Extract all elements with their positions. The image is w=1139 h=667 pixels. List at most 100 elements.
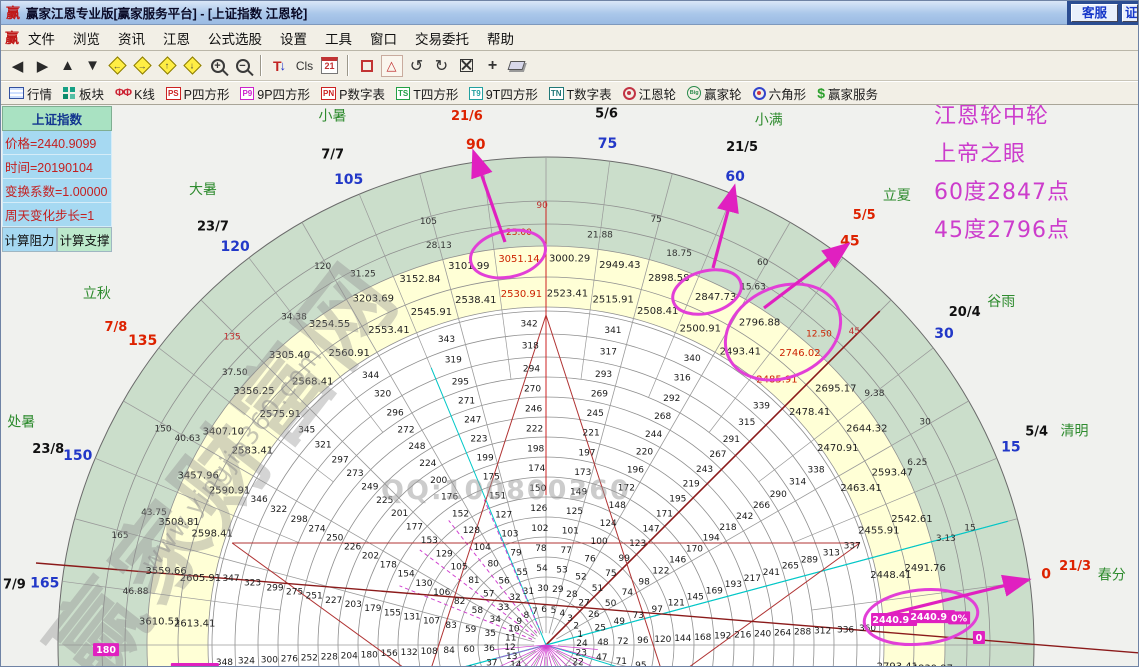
step-up-icon[interactable]: ↑: [155, 54, 180, 78]
svg-text:32: 32: [509, 593, 520, 603]
svg-text:18.75: 18.75: [666, 249, 692, 259]
menu-item[interactable]: 公式选股: [199, 25, 271, 51]
view-9t-square[interactable]: T9 9T四方形: [469, 84, 538, 103]
svg-text:105: 105: [420, 217, 437, 227]
view-hexagon[interactable]: 六角形: [752, 84, 806, 103]
svg-text:125: 125: [566, 507, 583, 517]
view-t-square[interactable]: TS T四方形: [396, 84, 458, 103]
svg-text:2523.41: 2523.41: [547, 289, 588, 300]
svg-text:2440.91: 2440.91: [910, 612, 953, 623]
view-quotes[interactable]: 行情: [9, 84, 52, 103]
svg-text:30: 30: [934, 326, 954, 342]
svg-text:101: 101: [562, 527, 579, 537]
svg-text:203: 203: [345, 600, 362, 610]
t-table-icon: TN: [548, 86, 564, 100]
svg-text:15: 15: [964, 523, 975, 533]
zoom-in-icon[interactable]: +: [205, 54, 230, 78]
svg-text:252: 252: [301, 653, 318, 663]
svg-text:150: 150: [154, 424, 171, 434]
rotate-ccw-icon[interactable]: ↺: [404, 54, 429, 78]
svg-text:276: 276: [281, 654, 298, 664]
svg-text:2644.32: 2644.32: [846, 424, 887, 435]
view-kline[interactable]: ΦΦ K线: [115, 84, 155, 103]
app-logo-icon: 赢: [6, 4, 20, 21]
view-sectors[interactable]: 板块: [63, 84, 104, 103]
svg-text:99: 99: [619, 554, 631, 564]
zoom-out-icon[interactable]: −: [230, 54, 255, 78]
view-t-table[interactable]: TN T数字表: [548, 84, 612, 103]
step-down-icon[interactable]: ↓: [180, 54, 205, 78]
svg-text:5/6: 5/6: [595, 106, 618, 121]
svg-text:100: 100: [591, 537, 608, 547]
svg-text:0: 0: [976, 633, 983, 644]
nav-up-icon[interactable]: ▲: [55, 54, 80, 78]
step-right-icon[interactable]: →: [130, 54, 155, 78]
eraser-icon[interactable]: [504, 54, 529, 78]
clipped-button[interactable]: 证: [1122, 3, 1138, 22]
menu-item[interactable]: 设置: [271, 25, 316, 51]
view-gann-wheel[interactable]: 江恩轮: [622, 84, 676, 103]
svg-text:28.13: 28.13: [426, 241, 452, 251]
calendar-icon[interactable]: 21: [317, 54, 342, 78]
view-winner-service[interactable]: $ 赢家服务: [817, 84, 878, 103]
center-cross-icon[interactable]: +: [479, 54, 504, 78]
gann-wheel-canvas[interactable]: 1234567891011121314152021222324252627282…: [1, 105, 1138, 666]
svg-text:7/9: 7/9: [3, 577, 26, 592]
nav-right-icon[interactable]: ▶: [30, 54, 55, 78]
menu-item[interactable]: 江恩: [154, 25, 199, 51]
calc-buttons: 计算阻力 计算支撑: [2, 227, 112, 252]
menu-item[interactable]: 文件: [19, 25, 64, 51]
menu-item[interactable]: 浏览: [64, 25, 109, 51]
view-winner-wheel[interactable]: Big 赢家轮: [687, 84, 742, 103]
svg-text:79: 79: [510, 549, 522, 559]
square-tool-icon[interactable]: [354, 54, 379, 78]
svg-text:131: 131: [403, 613, 420, 623]
svg-text:2508.41: 2508.41: [637, 306, 678, 317]
svg-text:27: 27: [578, 599, 589, 609]
p-table-label: P数字表: [339, 87, 386, 102]
svg-text:135: 135: [224, 333, 241, 343]
nav-down-icon[interactable]: ▼: [80, 54, 105, 78]
customer-service-button[interactable]: 客服: [1070, 3, 1118, 22]
svg-text:33: 33: [498, 603, 509, 613]
view-p-table[interactable]: PN P数字表: [321, 84, 385, 103]
triangle-tool-icon[interactable]: △: [379, 54, 404, 78]
calc-support-button[interactable]: 计算支撑: [57, 227, 112, 252]
svg-text:242: 242: [736, 512, 753, 522]
svg-text:314: 314: [789, 478, 806, 488]
t-down-icon[interactable]: T ↓: [267, 54, 292, 78]
svg-text:81: 81: [468, 576, 479, 586]
step-left-icon[interactable]: ←: [105, 54, 130, 78]
svg-text:165: 165: [30, 575, 59, 591]
svg-text:2949.43: 2949.43: [599, 260, 640, 271]
menu-item[interactable]: 窗口: [361, 25, 406, 51]
svg-text:155: 155: [384, 608, 401, 618]
svg-text:347: 347: [222, 574, 239, 584]
view-9p-square[interactable]: P9 9P四方形: [240, 84, 310, 103]
svg-text:343: 343: [438, 335, 455, 345]
svg-text:122: 122: [652, 566, 669, 576]
delete-box-icon[interactable]: [454, 54, 479, 78]
svg-text:30: 30: [919, 418, 931, 428]
svg-text:QQ:100800360: QQ:100800360: [381, 475, 631, 506]
svg-text:322: 322: [270, 505, 287, 515]
rotate-cw-icon[interactable]: ↻: [429, 54, 454, 78]
svg-text:274: 274: [308, 524, 325, 534]
calc-resistance-button[interactable]: 计算阻力: [2, 227, 57, 252]
cls-icon[interactable]: Cls: [292, 54, 317, 78]
svg-text:323: 323: [244, 579, 261, 589]
svg-text:298: 298: [291, 515, 308, 525]
svg-text:226: 226: [344, 542, 361, 552]
view-p-square[interactable]: PS P四方形: [165, 84, 229, 103]
svg-text:293: 293: [595, 370, 612, 380]
menu-item[interactable]: 帮助: [478, 25, 523, 51]
9t-square-label: 9T四方形: [485, 87, 538, 102]
menu-item[interactable]: 资讯: [109, 25, 154, 51]
svg-text:5: 5: [551, 606, 557, 616]
nav-left-icon[interactable]: ◀: [5, 54, 30, 78]
menu-item[interactable]: 交易委托: [406, 25, 478, 51]
svg-text:清明: 清明: [1060, 423, 1088, 439]
menu-item[interactable]: 工具: [316, 25, 361, 51]
svg-text:299: 299: [266, 583, 283, 593]
svg-text:84: 84: [443, 646, 455, 656]
